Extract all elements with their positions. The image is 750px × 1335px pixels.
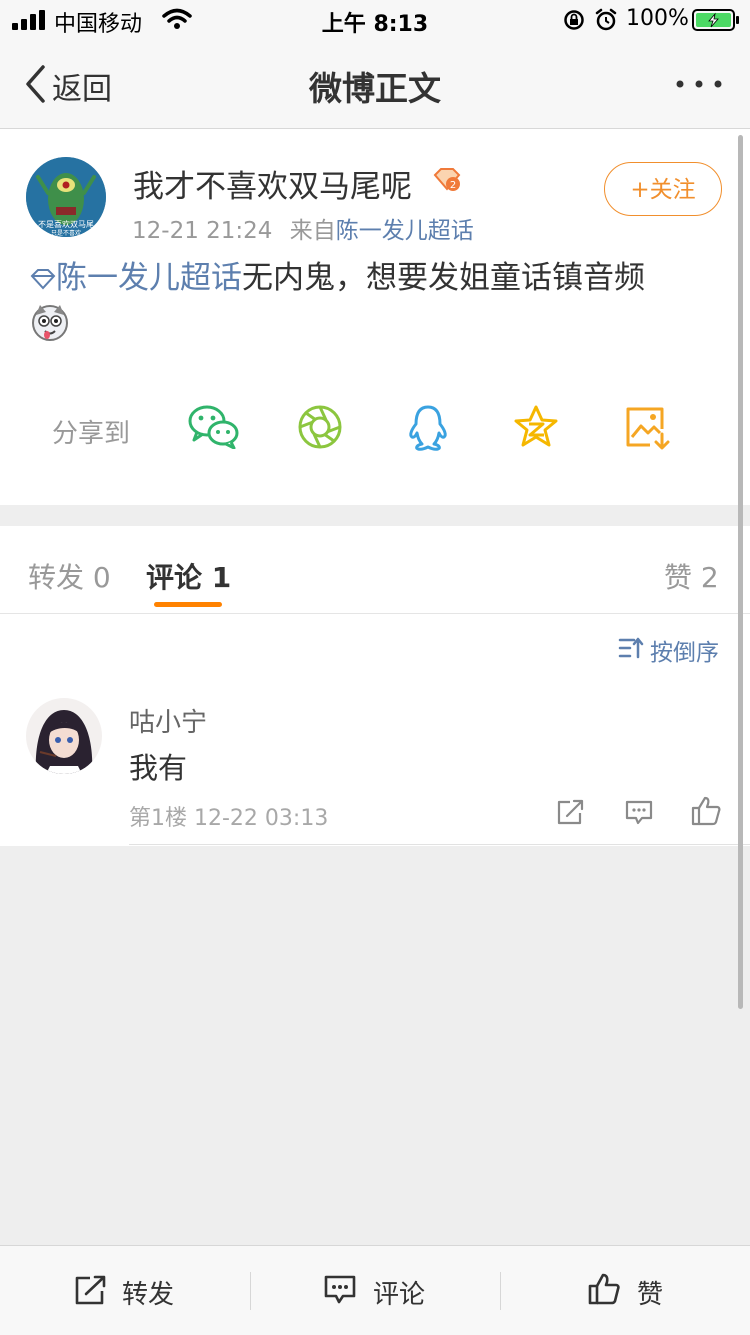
- status-bar: 中国移动 上午 8:13 100%: [0, 0, 750, 40]
- sort-button[interactable]: 按倒序: [616, 628, 728, 668]
- qq-icon[interactable]: [406, 404, 450, 452]
- like-button[interactable]: 赞: [501, 1246, 750, 1335]
- post-meta: 12-21 21:24 来自陈一发儿超话: [132, 211, 474, 245]
- commenter-name[interactable]: 咕小宁: [129, 702, 207, 739]
- svg-text:2: 2: [450, 180, 456, 191]
- alarm-icon: [595, 8, 617, 31]
- source-prefix: 来自: [289, 218, 336, 244]
- comment-button[interactable]: 评论: [251, 1246, 500, 1335]
- tab-like[interactable]: 赞 2: [664, 556, 719, 596]
- post-card: 不是喜欢双马尾 只是不喜欢 我才不喜欢双马尾呢 2 12-21 21:24 来自…: [0, 129, 750, 505]
- tab-bar: 转发 0 评论 1 赞 2: [0, 526, 750, 614]
- sort-icon: [618, 637, 644, 659]
- repost-label: 转发: [122, 1280, 175, 1310]
- sort-label: 按倒序: [650, 640, 719, 666]
- comment-divider: [129, 844, 750, 845]
- comment-icon: [324, 1275, 356, 1304]
- avatar-caption: 不是喜欢双马尾: [38, 219, 94, 229]
- wechat-icon[interactable]: [188, 403, 240, 449]
- topic-link[interactable]: 陈一发儿超话: [56, 260, 242, 296]
- post-content: 陈一发儿超话无内鬼，想要发姐童话镇音频: [30, 257, 730, 354]
- repost-icon: [75, 1275, 106, 1305]
- tab-repost[interactable]: 转发 0: [28, 556, 111, 596]
- author-avatar[interactable]: 不是喜欢双马尾 只是不喜欢: [26, 157, 106, 237]
- moments-icon[interactable]: [297, 404, 343, 450]
- author-name[interactable]: 我才不喜欢双马尾呢: [133, 161, 412, 206]
- comment-label: 评论: [373, 1280, 426, 1310]
- topic-diamond-icon: [30, 269, 56, 290]
- post-source-link[interactable]: 陈一发儿超话: [336, 218, 474, 244]
- commenter-avatar[interactable]: [26, 698, 102, 774]
- tab-active-indicator: [154, 602, 222, 607]
- nav-bar: 返回 微博正文: [0, 40, 750, 129]
- comment-text: 我有: [129, 751, 188, 785]
- page-title: 微博正文: [309, 69, 441, 108]
- author-avatar-image: 不是喜欢双马尾 只是不喜欢: [26, 157, 106, 237]
- post-text: 无内鬼，想要发姐童话镇音频: [242, 260, 645, 296]
- commenter-avatar-image: [26, 698, 102, 774]
- like-label: 赞: [637, 1280, 664, 1310]
- comment-like-icon[interactable]: [690, 795, 722, 827]
- follow-button[interactable]: +关注: [604, 162, 722, 216]
- rotation-lock-icon: [564, 10, 584, 30]
- comment-reply-icon[interactable]: [624, 799, 654, 827]
- bottom-action-bar: 转发 评论 赞: [0, 1245, 750, 1335]
- battery-icon: [692, 9, 739, 31]
- save-image-icon[interactable]: [624, 405, 670, 451]
- avatar-caption-2: 只是不喜欢: [51, 229, 81, 237]
- like-icon: [588, 1273, 620, 1305]
- fan-badge-icon: 2: [433, 168, 461, 191]
- battery-percent: 100%: [626, 6, 689, 31]
- qzone-icon[interactable]: [513, 404, 559, 450]
- more-icon[interactable]: [674, 78, 724, 90]
- repost-button[interactable]: 转发: [0, 1246, 250, 1335]
- scrollbar[interactable]: [738, 135, 743, 1009]
- share-label: 分享到: [52, 419, 131, 449]
- tab-comment[interactable]: 评论 1: [146, 556, 231, 596]
- comment-share-icon[interactable]: [556, 798, 586, 826]
- comment-list: 按倒序 咕小宁 我有 第1楼 12-22 03:13: [0, 614, 750, 846]
- comment-meta: 第1楼 12-22 03:13: [129, 806, 329, 831]
- emoji-husky-icon: [32, 305, 68, 341]
- post-timestamp: 12-21 21:24: [132, 218, 273, 244]
